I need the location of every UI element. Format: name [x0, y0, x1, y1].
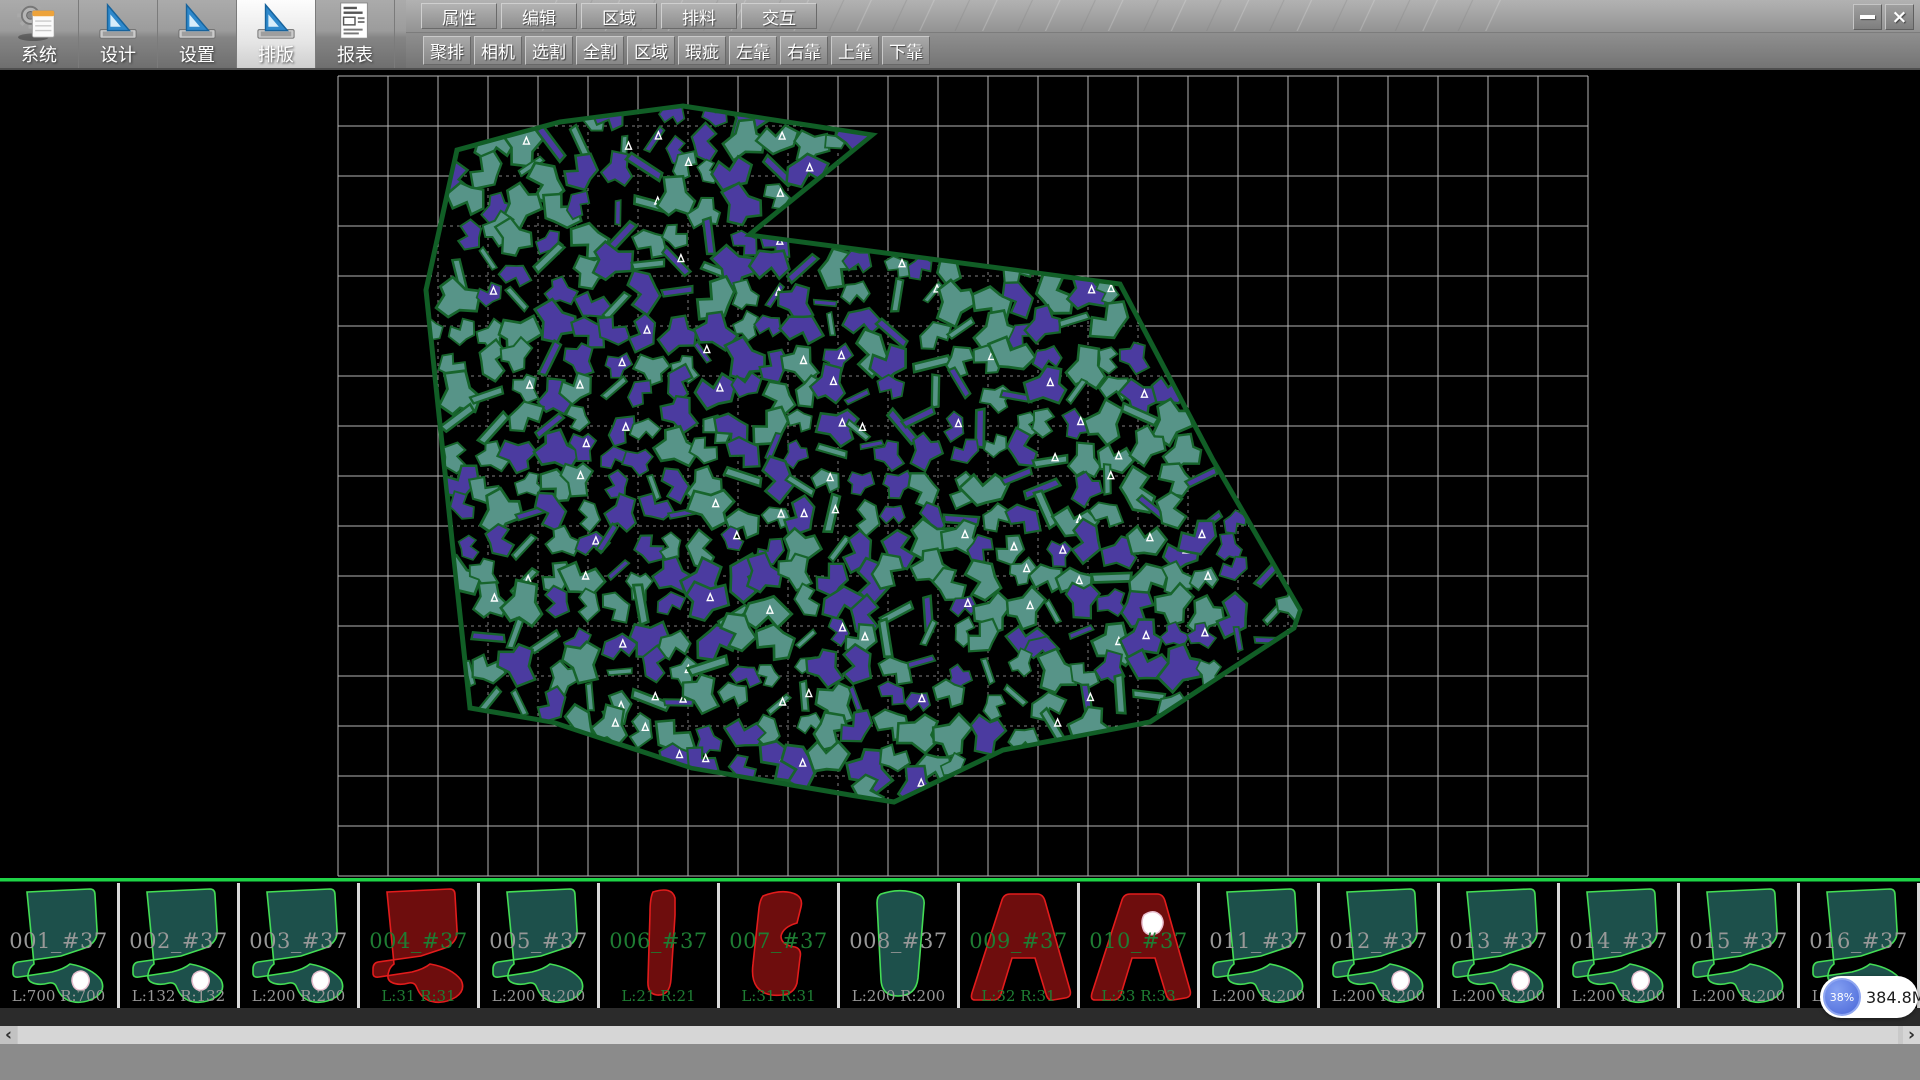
scroll-left-arrow-icon[interactable]: ‹	[0, 1026, 17, 1044]
piece-shape	[1680, 883, 1797, 1008]
main-tab-label: 报表	[337, 46, 373, 66]
piece-shape	[240, 883, 357, 1008]
piece-thumbnail-2[interactable]: 002_#37L:132 R:132	[120, 883, 240, 1008]
main-tab-label: 设计	[100, 46, 136, 66]
piece-thumbnail-6[interactable]: 006_#37L:21 R:21	[600, 883, 720, 1008]
minimize-button[interactable]	[1853, 4, 1882, 30]
ruler-icon	[95, 2, 141, 42]
close-icon: ×	[1892, 6, 1908, 28]
main-tab-label: 系统	[21, 46, 57, 66]
application-window: 系统设计设置排版报表 属性编辑区域排料交互 聚排相机选割全割区域瑕疵左靠右靠上靠…	[0, 0, 1920, 1080]
menu-tab-2[interactable]: 编辑	[501, 3, 577, 29]
piece-shape	[840, 883, 957, 1008]
memory-usage-badge: 38% 384.8M	[1820, 976, 1918, 1018]
report-icon	[332, 2, 378, 42]
piece-thumbnail-3[interactable]: 003_#37L:200 R:200	[240, 883, 360, 1008]
tool-button-3[interactable]: 选割	[525, 36, 573, 65]
window-controls: ×	[1853, 4, 1914, 30]
scrollbar-thumb[interactable]	[18, 1026, 1898, 1044]
main-tab-1[interactable]: 系统	[0, 0, 79, 68]
memory-amount: 384.8M	[1866, 976, 1920, 1018]
piece-thumbnail-11[interactable]: 011_#37L:200 R:200	[1200, 883, 1320, 1008]
toolbar: 系统设计设置排版报表 属性编辑区域排料交互 聚排相机选割全割区域瑕疵左靠右靠上靠…	[0, 0, 1920, 70]
menu-tab-1[interactable]: 属性	[421, 3, 497, 29]
piece-shape	[600, 883, 717, 1008]
system-icon	[16, 2, 62, 42]
tool-button-4[interactable]: 全割	[576, 36, 624, 65]
piece-thumbnail-14[interactable]: 014_#37L:200 R:200	[1560, 883, 1680, 1008]
tool-button-10[interactable]: 下靠	[882, 36, 930, 65]
minimize-icon	[1860, 15, 1875, 19]
scroll-right-arrow-icon[interactable]: ›	[1903, 1026, 1920, 1044]
piece-shape	[0, 883, 117, 1008]
main-tab-label: 排版	[258, 46, 294, 66]
main-tab-3[interactable]: 设置	[158, 0, 237, 68]
menu-tab-4[interactable]: 排料	[661, 3, 737, 29]
menu-tab-3[interactable]: 区域	[581, 3, 657, 29]
tool-button-5[interactable]: 区域	[627, 36, 675, 65]
ruler-icon	[253, 2, 299, 42]
piece-thumbnail-15[interactable]: 015_#37L:200 R:200	[1680, 883, 1800, 1008]
piece-thumbnail-5[interactable]: 005_#37L:200 R:200	[480, 883, 600, 1008]
main-tab-2[interactable]: 设计	[79, 0, 158, 68]
close-button[interactable]: ×	[1885, 4, 1914, 30]
nesting-canvas[interactable]	[0, 70, 1920, 878]
piece-shape	[1440, 883, 1557, 1008]
piece-shape	[1200, 883, 1317, 1008]
piece-shape	[960, 883, 1077, 1008]
piece-thumbnail-1[interactable]: 001_#37L:700 R:700	[0, 883, 120, 1008]
horizontal-scrollbar[interactable]: ‹ ›	[0, 1026, 1920, 1044]
tool-button-1[interactable]: 聚排	[423, 36, 471, 65]
piece-shape	[1080, 883, 1197, 1008]
piece-thumbnail-9[interactable]: 009_#37L:32 R:31	[960, 883, 1080, 1008]
piece-thumbnail-7[interactable]: 007_#37L:31 R:31	[720, 883, 840, 1008]
tool-button-7[interactable]: 左靠	[729, 36, 777, 65]
piece-thumbnail-13[interactable]: 013_#37L:200 R:200	[1440, 883, 1560, 1008]
piece-shape	[120, 883, 237, 1008]
piece-shape	[720, 883, 837, 1008]
piece-shape	[1320, 883, 1437, 1008]
menu-tab-5[interactable]: 交互	[741, 3, 817, 29]
strip-lower-band	[0, 1008, 1920, 1026]
tool-button-2[interactable]: 相机	[474, 36, 522, 65]
ruler-icon	[174, 2, 220, 42]
main-tab-5[interactable]: 报表	[316, 0, 395, 68]
piece-thumbnail-8[interactable]: 008_#37L:200 R:200	[840, 883, 960, 1008]
piece-thumbnail-12[interactable]: 012_#37L:200 R:200	[1320, 883, 1440, 1008]
nesting-canvas-svg	[0, 70, 1920, 878]
tool-button-8[interactable]: 右靠	[780, 36, 828, 65]
memory-percent-indicator: 38%	[1823, 978, 1861, 1016]
piece-shape	[480, 883, 597, 1008]
status-bar	[0, 1044, 1920, 1080]
tool-button-9[interactable]: 上靠	[831, 36, 879, 65]
piece-thumbnail-strip: 001_#37L:700 R:700002_#37L:132 R:132003_…	[0, 883, 1920, 1008]
strip-separator	[0, 878, 1920, 882]
main-tab-bar: 系统 设计 设置 排版 报表	[0, 0, 395, 68]
main-tab-label: 设置	[179, 46, 215, 66]
main-tab-4[interactable]: 排版	[237, 0, 316, 68]
piece-shape	[360, 883, 477, 1008]
tool-button-6[interactable]: 瑕疵	[678, 36, 726, 65]
piece-shape	[1560, 883, 1677, 1008]
piece-thumbnail-10[interactable]: 010_#37L:33 R:33	[1080, 883, 1200, 1008]
piece-thumbnail-4[interactable]: 004_#37L:31 R:31	[360, 883, 480, 1008]
